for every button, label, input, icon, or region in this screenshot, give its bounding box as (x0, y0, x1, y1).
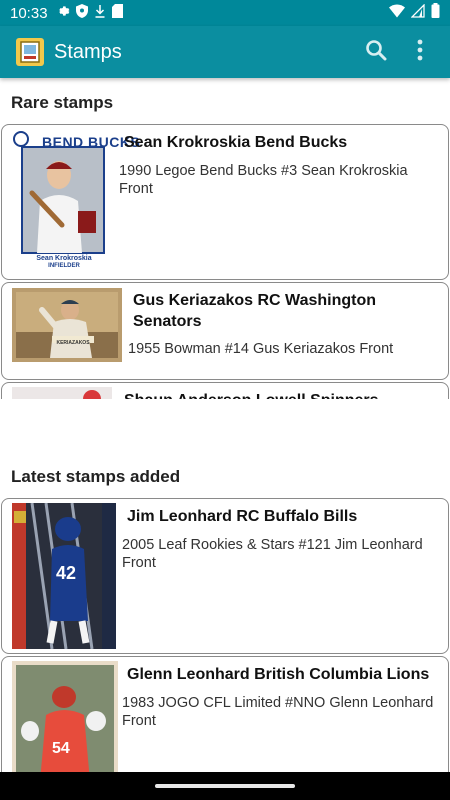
app-title: Stamps (54, 40, 122, 63)
stamp-thumbnail: 54 (12, 661, 118, 772)
stamp-title: Shaun Anderson Lowell Spinners (124, 390, 442, 399)
overflow-menu-button[interactable] (398, 30, 442, 74)
status-icons-left (56, 3, 123, 23)
stamp-description: 1955 Bowman #14 Gus Keriazakos Front (128, 341, 394, 357)
stamp-card[interactable]: 54 Glenn Leonhard British Columbia Lions… (1, 656, 449, 772)
cell-signal-icon (410, 2, 425, 23)
svg-text:42: 42 (56, 563, 76, 583)
stamp-card[interactable]: Shaun Anderson Lowell Spinners (1, 382, 449, 399)
app-logo-icon (16, 38, 44, 66)
card-player-name-text: Sean Krokroskia (36, 255, 92, 262)
more-vert-icon (417, 39, 423, 66)
stamp-description: 2005 Leaf Rookies & Stars #121 Jim Leonh… (122, 537, 423, 571)
stamp-thumbnail (12, 129, 112, 275)
svg-text:54: 54 (52, 740, 70, 757)
latest-list-clip: 54 Glenn Leonhard British Columbia Lions… (0, 656, 450, 772)
wifi-icon (389, 4, 405, 23)
battery-icon (431, 3, 440, 23)
status-icons-right (389, 2, 440, 23)
baseball-card-image (12, 288, 122, 362)
gear-icon (56, 4, 70, 23)
stamp-description: 1990 Legoe Bend Bucks #3 Sean Krokroskia… (119, 163, 408, 197)
stamp-thumbnail: 42 (12, 503, 116, 649)
app-bar: Stamps (0, 26, 450, 78)
download-icon (94, 4, 106, 23)
status-time: 10:33 (10, 4, 48, 22)
content-area[interactable]: Rare stamps BEND BUCKS Sean Krokroskia I… (0, 78, 450, 772)
card-name-plate-text: KERIAZAKOS (56, 340, 90, 346)
stamp-card[interactable]: 42 Jim Leonhard RC Buffalo Bills 2005 Le… (1, 498, 449, 654)
stamp-title: Sean Krokroskia Bend Bucks (124, 134, 348, 151)
shield-icon (75, 3, 88, 23)
stamp-title: Gus Keriazakos RC Washington Senators (133, 292, 376, 330)
baseball-card-image (12, 387, 112, 399)
app-actions (354, 30, 450, 74)
stamp-title: Glenn Leonhard British Columbia Lions (127, 666, 430, 683)
baseball-card-image (12, 129, 112, 275)
football-card-image: 54 (12, 661, 118, 772)
sd-card-icon (111, 3, 123, 23)
stamp-card[interactable]: KERIAZAKOS Gus Keriazakos RC Washington … (1, 282, 449, 380)
rare-list-clip: Shaun Anderson Lowell Spinners (0, 382, 450, 399)
stamp-thumbnail (12, 387, 112, 399)
navigation-bar (0, 772, 450, 800)
latest-stamps-heading: Latest stamps added (11, 467, 181, 486)
football-card-image: 42 (12, 503, 116, 649)
search-icon (364, 38, 388, 67)
search-button[interactable] (354, 30, 398, 74)
stamp-thumbnail (12, 288, 122, 362)
stamp-title: Jim Leonhard RC Buffalo Bills (127, 508, 358, 525)
stamp-card[interactable]: BEND BUCKS Sean Krokroskia INFIELDER Sea… (1, 124, 449, 280)
card-position-text: INFIELDER (48, 263, 80, 269)
status-bar: 10:33 (0, 0, 450, 26)
rare-stamps-heading: Rare stamps (11, 93, 114, 112)
stamp-description: 1983 JOGO CFL Limited #NNO Glenn Leonhar… (122, 695, 434, 729)
home-gesture-handle[interactable] (155, 784, 295, 788)
